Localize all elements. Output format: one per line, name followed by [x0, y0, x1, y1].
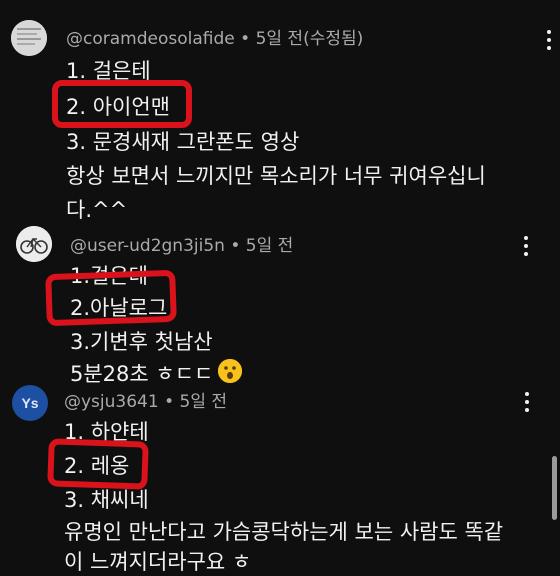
comment-line: 다.^^: [66, 198, 128, 222]
comment-time: • 5일 전: [164, 392, 228, 412]
comment-line: 3.기변후 첫남산: [70, 330, 213, 354]
comment-meta: @ysju3641 • 5일 전: [64, 387, 227, 412]
comment-line: 이 느껴지더라구요 ㅎ: [64, 550, 252, 574]
user-avatar[interactable]: [11, 20, 47, 56]
comment-author[interactable]: @ysju3641: [64, 392, 159, 412]
comment-line: 3. 문경새재 그란폰도 영상: [66, 130, 300, 154]
comment-meta: @user-ud2gn3ji5n • 5일 전: [70, 231, 293, 256]
more-options-button[interactable]: [524, 392, 530, 414]
astonished-face-emoji: [218, 359, 242, 383]
comment-line: 유명인 만난다고 가슴콩닥하는게 보는 사람도 똑같: [64, 520, 504, 544]
comment-line: 5분28초 ㅎㄷㄷ: [70, 362, 214, 386]
more-options-button[interactable]: [523, 236, 529, 258]
more-options-button[interactable]: [546, 30, 552, 52]
scrollbar[interactable]: [552, 456, 557, 520]
comment-author[interactable]: @coramdeosolafide: [66, 29, 235, 49]
comment-author[interactable]: @user-ud2gn3ji5n: [70, 236, 225, 256]
red-highlight-marker: [45, 269, 177, 327]
comment-line: 항상 보면서 느끼지만 목소리가 너무 귀여우십니: [66, 164, 486, 188]
comment-time: • 5일 전(수정됨): [240, 29, 364, 49]
bicycle-icon[interactable]: [16, 226, 52, 262]
red-highlight-marker: [52, 80, 192, 128]
comment-time: • 5일 전: [230, 236, 294, 256]
user-avatar[interactable]: Ys: [12, 385, 48, 421]
comment-meta: @coramdeosolafide • 5일 전(수정됨): [66, 24, 363, 49]
red-highlight-marker: [47, 438, 149, 490]
